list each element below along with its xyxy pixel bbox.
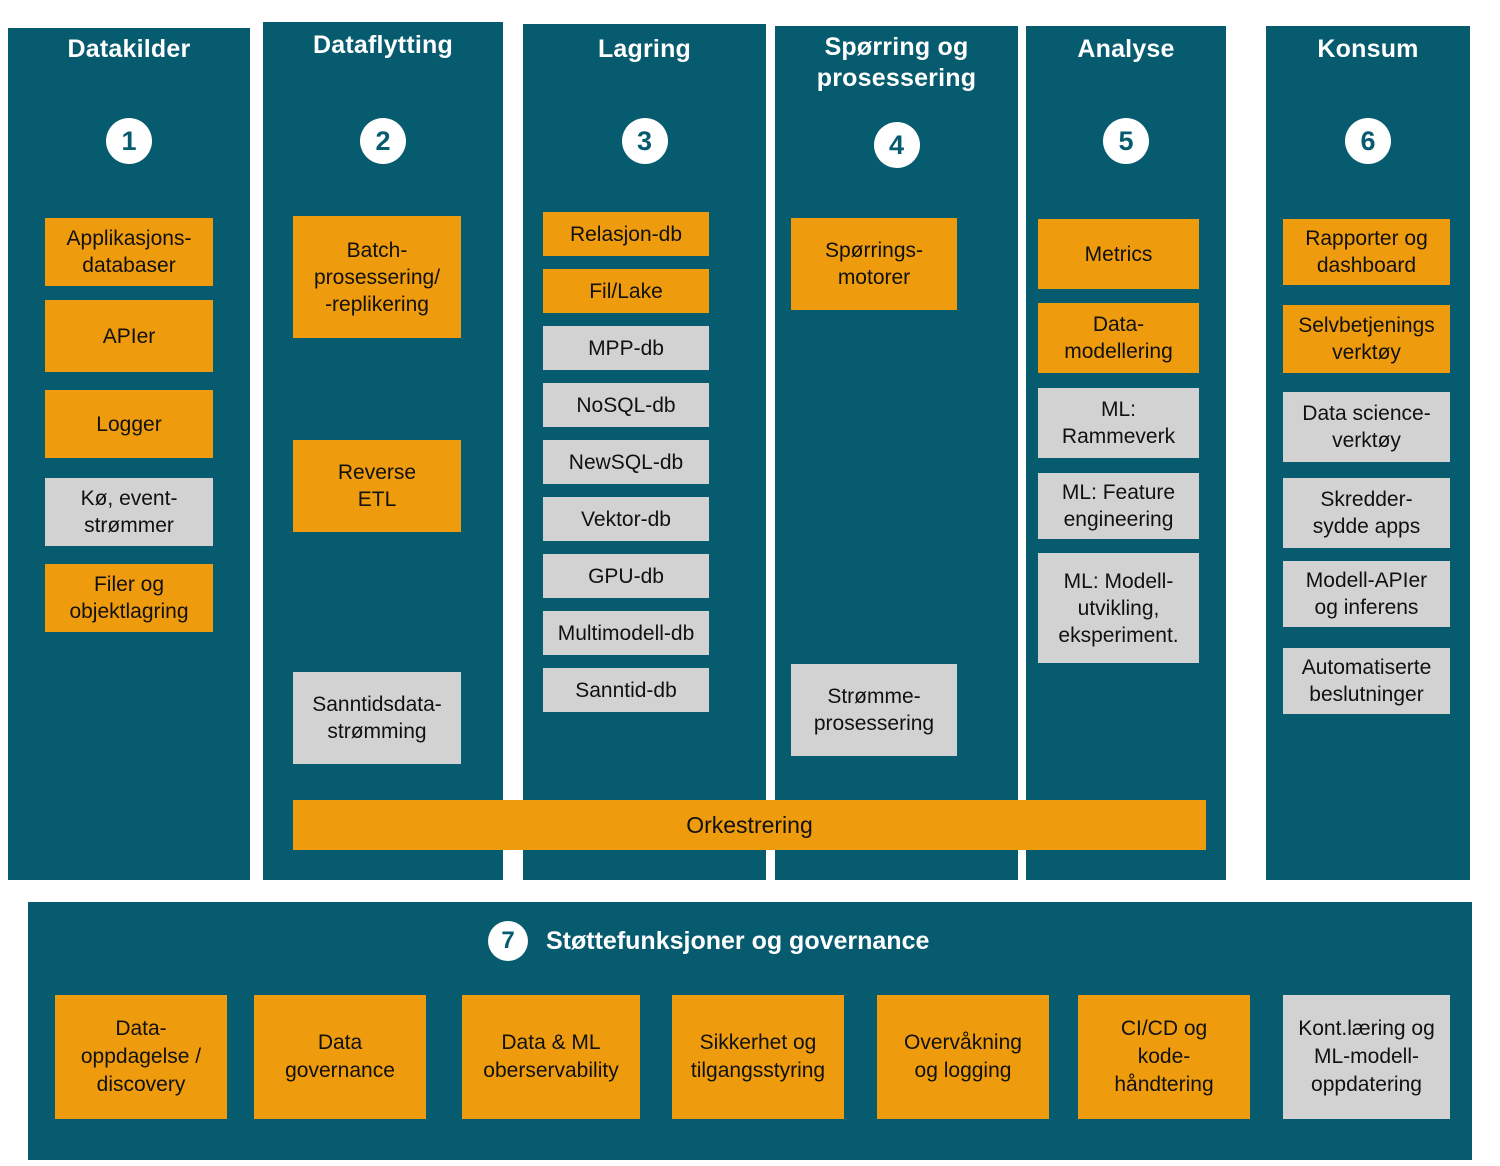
column-6-item[interactable]: Automatiserte beslutninger <box>1283 648 1450 714</box>
column-item-label: Batch-prosessering/-replikering <box>313 238 441 316</box>
stage-column-5: Analyse 5 Metrics Data-modellering ML: Rammev… <box>1026 26 1226 880</box>
column-3-item[interactable]: Fil/Lake <box>543 269 709 313</box>
column-2-item[interactable]: Batch-prosessering/-replikering <box>293 216 461 338</box>
column-item-label: Sanntidsdata-strømming <box>312 693 442 743</box>
support-item[interactable]: Data-oppdagelse / discovery <box>55 995 227 1119</box>
column-5-item[interactable]: Data-modellering <box>1038 303 1199 373</box>
column-item-label: Sanntid-db <box>575 678 677 702</box>
stage-column-3: Lagring 3 Relasjon-db Fil/Lake MPP-db NoSQL-d… <box>523 24 766 880</box>
column-1-item[interactable]: Filer og objektlagring <box>45 564 213 632</box>
diagram-canvas: Datakilder 1 Applikasjons-databaser APIer Lo… <box>0 0 1500 1166</box>
column-item-label: Multimodell-db <box>557 621 695 645</box>
column-item-label: Automatiserte beslutninger <box>1301 656 1432 706</box>
column-title-2: Dataflytting <box>313 31 453 59</box>
support-item-label: Sikkerhet og tilgangsstyring <box>690 1031 826 1082</box>
support-item[interactable]: Data governance <box>254 995 426 1119</box>
column-title-1: Datakilder <box>67 35 191 63</box>
column-number-badge-4: 4 <box>873 122 920 168</box>
column-item-label: Data-modellering <box>1064 313 1173 363</box>
orkestrering-bar[interactable]: Orkestrering <box>293 800 1206 850</box>
column-item-label: ML: Rammeverk <box>1061 398 1176 448</box>
column-3-item[interactable]: GPU-db <box>543 554 709 598</box>
column-2-item[interactable]: Sanntidsdata-strømming <box>293 672 461 764</box>
support-number-badge: 7 <box>488 921 528 961</box>
support-item[interactable]: Data & ML oberservability <box>462 995 640 1119</box>
column-item-label: Relasjon-db <box>569 222 683 246</box>
column-3-item[interactable]: Relasjon-db <box>543 212 709 256</box>
column-item-label: Vektor-db <box>581 507 671 531</box>
column-item-label: ML: Feature engineering <box>1061 481 1176 531</box>
column-3-item[interactable]: MPP-db <box>543 326 709 370</box>
stage-column-4: Spørring og prosessering 4 Spørrings-motore… <box>775 26 1018 880</box>
column-number-badge-1: 1 <box>106 118 152 164</box>
column-5-item[interactable]: ML: Rammeverk <box>1038 388 1199 458</box>
support-item-label: Data-oppdagelse / discovery <box>80 1017 202 1096</box>
support-item[interactable]: CI/CD og kode-håndtering <box>1078 995 1250 1119</box>
column-4-item[interactable]: Strømme-prosessering <box>791 664 957 756</box>
column-item-label: NewSQL-db <box>568 450 684 474</box>
column-item-label: MPP-db <box>588 336 664 360</box>
column-item-label: NoSQL-db <box>576 393 676 417</box>
stage-column-6: Konsum 6 Rapporter og dashboard Selvbetjenin… <box>1266 26 1470 880</box>
column-6-item[interactable]: Skredder-sydde apps <box>1283 478 1450 548</box>
column-item-label: ML: Modell-utvikling, eksperiment. <box>1058 569 1179 647</box>
column-item-label: Reverse ETL <box>337 461 417 511</box>
stage-column-2: Dataflytting 2 Batch-prosessering/-replike… <box>263 22 503 880</box>
orkestrering-label: Orkestrering <box>686 811 813 838</box>
column-item-label: Metrics <box>1084 242 1153 266</box>
column-number-badge-6: 6 <box>1345 118 1391 164</box>
support-item-label: CI/CD og kode-håndtering <box>1114 1017 1214 1096</box>
column-item-label: Rapporter og dashboard <box>1305 227 1428 277</box>
column-6-item[interactable]: Modell-APIer og inferens <box>1283 561 1450 627</box>
column-item-label: Selvbetjenings verktøy <box>1298 314 1435 364</box>
column-3-item[interactable]: NewSQL-db <box>543 440 709 484</box>
column-number-badge-5: 5 <box>1103 118 1149 164</box>
column-title-6: Konsum <box>1317 35 1419 63</box>
column-item-label: Kø, event-strømmer <box>80 487 178 537</box>
column-5-item[interactable]: ML: Feature engineering <box>1038 473 1199 539</box>
column-1-item[interactable]: Logger <box>45 390 213 458</box>
column-title-4: Spørring og prosessering <box>816 33 977 92</box>
column-item-label: Filer og objektlagring <box>69 573 189 623</box>
column-item-label: GPU-db <box>588 564 664 588</box>
column-5-item[interactable]: ML: Modell-utvikling, eksperiment. <box>1038 553 1199 663</box>
column-3-item[interactable]: Multimodell-db <box>543 611 709 655</box>
column-6-item[interactable]: Selvbetjenings verktøy <box>1283 305 1450 373</box>
column-2-item[interactable]: Reverse ETL <box>293 440 461 532</box>
column-item-label: Data science-verktøy <box>1302 402 1431 452</box>
support-item-label: Data governance <box>285 1031 395 1082</box>
column-item-label: Skredder-sydde apps <box>1312 488 1421 538</box>
column-4-item[interactable]: Spørrings-motorer <box>791 218 957 310</box>
support-item-label: Data & ML oberservability <box>483 1031 619 1082</box>
stage-column-1: Datakilder 1 Applikasjons-databaser APIer Lo… <box>8 28 250 880</box>
support-panel: 7 Støttefunksjoner og governance Data-oppd… <box>28 902 1472 1160</box>
column-6-item[interactable]: Rapporter og dashboard <box>1283 219 1450 285</box>
column-number-badge-2: 2 <box>360 118 406 164</box>
column-item-label: Spørrings-motorer <box>824 239 924 289</box>
support-item[interactable]: Sikkerhet og tilgangsstyring <box>672 995 844 1119</box>
support-title: Støttefunksjoner og governance <box>546 926 930 955</box>
column-5-item[interactable]: Metrics <box>1038 219 1199 289</box>
support-item[interactable]: Overvåkning og logging <box>877 995 1049 1119</box>
support-item-label: Kont.læring og ML-modell-oppdatering <box>1298 1017 1435 1096</box>
column-title-3: Lagring <box>597 35 692 63</box>
support-item-label: Overvåkning og logging <box>904 1031 1022 1082</box>
column-1-item[interactable]: Kø, event-strømmer <box>45 478 213 546</box>
column-1-item[interactable]: Applikasjons-databaser <box>45 218 213 286</box>
column-item-label: APIer <box>102 324 156 348</box>
column-item-label: Strømme-prosessering <box>813 685 935 735</box>
column-item-label: Fil/Lake <box>589 279 663 303</box>
column-item-label: Applikasjons-databaser <box>66 227 192 277</box>
column-item-label: Modell-APIer og inferens <box>1305 569 1428 619</box>
column-title-5: Analyse <box>1077 35 1175 63</box>
column-number-badge-3: 3 <box>621 118 668 164</box>
column-1-item[interactable]: APIer <box>45 300 213 372</box>
column-3-item[interactable]: NoSQL-db <box>543 383 709 427</box>
column-3-item[interactable]: Sanntid-db <box>543 668 709 712</box>
column-item-label: Logger <box>96 412 162 436</box>
column-6-item[interactable]: Data science-verktøy <box>1283 392 1450 462</box>
support-header: 7 Støttefunksjoner og governance <box>488 920 929 962</box>
column-3-item[interactable]: Vektor-db <box>543 497 709 541</box>
support-item[interactable]: Kont.læring og ML-modell-oppdatering <box>1283 995 1450 1119</box>
